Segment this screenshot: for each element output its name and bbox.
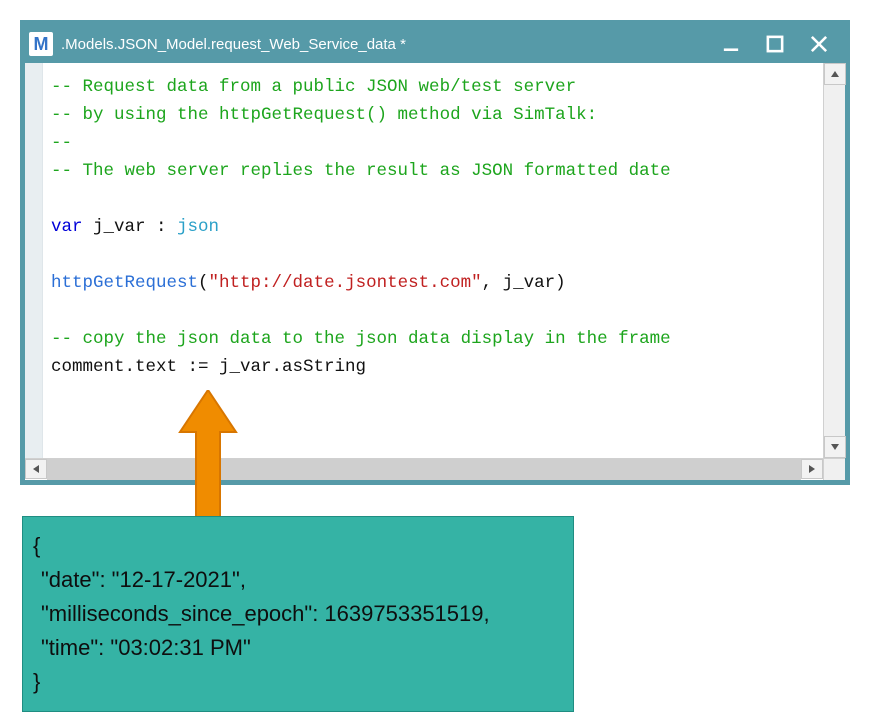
window-title: .Models.JSON_Model.request_Web_Service_d… [61, 36, 721, 53]
json-brace-open: { [33, 529, 563, 563]
vertical-scrollbar[interactable] [823, 63, 845, 458]
code-editor-window: M .Models.JSON_Model.request_Web_Service… [20, 20, 850, 485]
code-func: httpGetRequest [51, 273, 198, 293]
code-area[interactable]: -- Request data from a public JSON web/t… [43, 63, 823, 458]
code-comment: -- [51, 133, 72, 153]
window-controls [721, 34, 839, 54]
minimize-button[interactable] [721, 34, 741, 54]
close-button[interactable] [809, 34, 829, 54]
code-text: , j_var) [482, 273, 566, 293]
code-comment: -- copy the json data to the json data d… [51, 329, 671, 349]
code-text: comment.text := j_var.asString [51, 357, 366, 377]
code-text: j_var : [83, 217, 178, 237]
app-icon: M [29, 32, 53, 56]
scroll-left-icon[interactable] [25, 459, 47, 479]
maximize-button[interactable] [765, 34, 785, 54]
code-type: json [177, 217, 219, 237]
code-keyword: var [51, 217, 83, 237]
scroll-up-icon[interactable] [824, 63, 846, 85]
title-bar[interactable]: M .Models.JSON_Model.request_Web_Service… [25, 25, 845, 63]
json-brace-close: } [33, 665, 563, 699]
code-text: ( [198, 273, 209, 293]
line-gutter [25, 63, 43, 458]
code-string: "http://date.jsontest.com" [209, 273, 482, 293]
scrollbar-track[interactable] [47, 459, 801, 480]
code-comment: -- Request data from a public JSON web/t… [51, 77, 576, 97]
json-line-ms: "milliseconds_since_epoch": 163975335151… [33, 597, 563, 631]
scroll-right-icon[interactable] [801, 459, 823, 479]
json-line-time: "time": "03:02:31 PM" [33, 631, 563, 665]
editor-body: -- Request data from a public JSON web/t… [25, 63, 845, 458]
scroll-down-icon[interactable] [824, 436, 846, 458]
horizontal-scrollbar[interactable] [25, 458, 845, 480]
scrollbar-corner [823, 459, 845, 480]
code-comment: -- by using the httpGetRequest() method … [51, 105, 597, 125]
code-comment: -- The web server replies the result as … [51, 161, 671, 181]
json-output-panel: { "date": "12-17-2021", "milliseconds_si… [22, 516, 574, 712]
json-line-date: "date": "12-17-2021", [33, 563, 563, 597]
